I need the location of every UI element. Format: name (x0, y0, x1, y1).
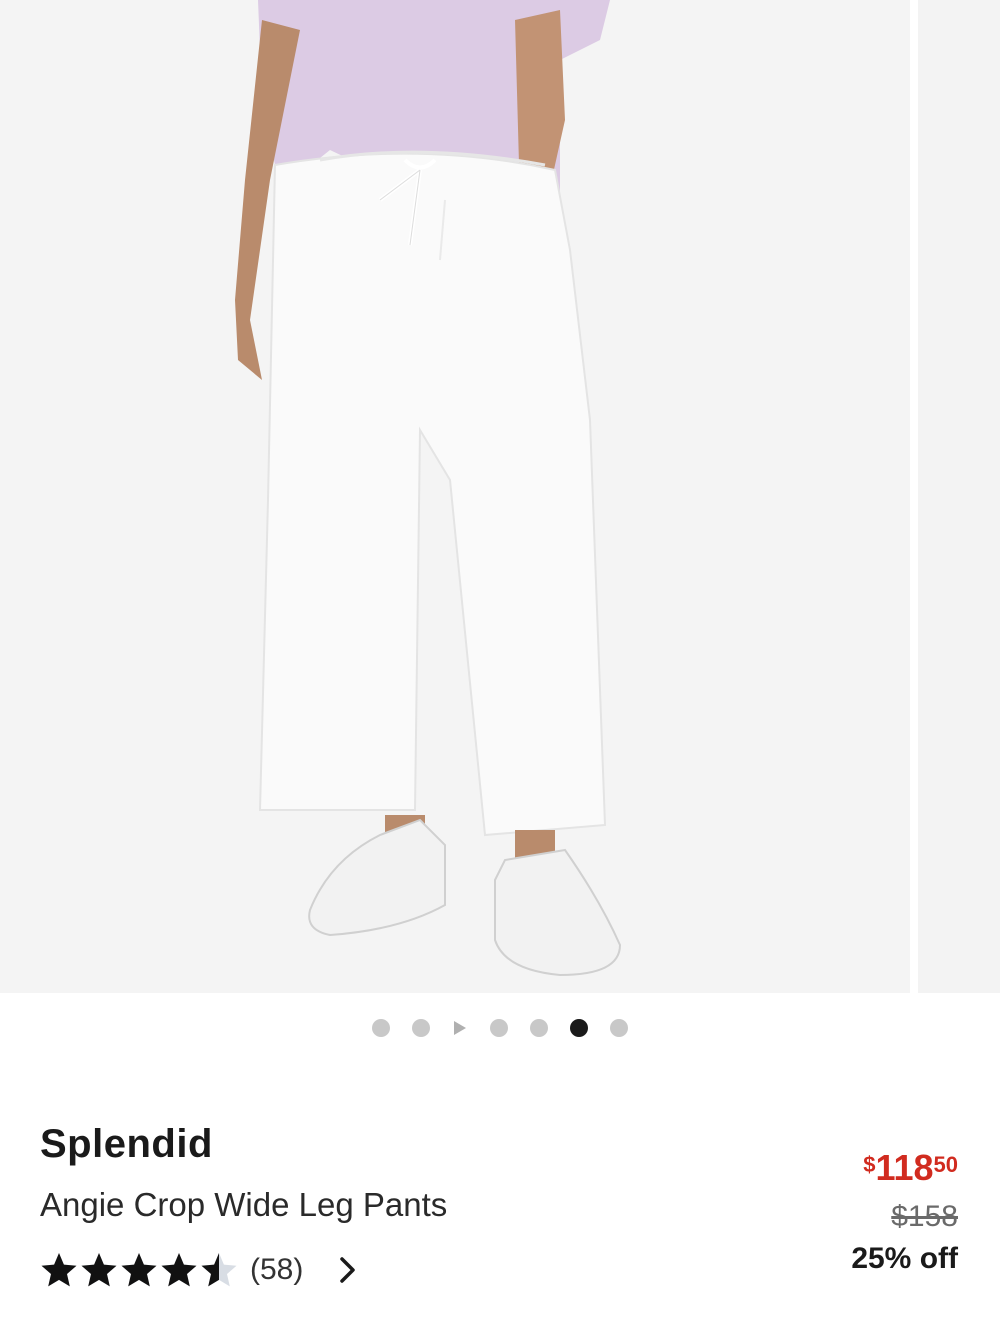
pagination-dot[interactable] (412, 1019, 430, 1037)
chevron-right-icon[interactable] (339, 1256, 357, 1284)
product-photo[interactable] (0, 0, 910, 993)
rating-row[interactable]: (58) (40, 1248, 357, 1292)
star-full-icon (80, 1251, 118, 1289)
sale-price: $11850 (863, 1147, 958, 1188)
product-image-gallery[interactable] (0, 0, 1000, 993)
star-full-icon (160, 1251, 198, 1289)
review-count[interactable]: (58) (250, 1253, 303, 1287)
pagination-dot[interactable] (610, 1019, 628, 1037)
gallery-pagination (0, 1018, 1000, 1038)
video-play-icon[interactable] (454, 1021, 466, 1035)
star-half-icon (200, 1251, 238, 1289)
price-block: $11850 $158 25% off (738, 1150, 958, 1276)
original-price: $158 (891, 1200, 958, 1233)
pagination-dot[interactable] (490, 1019, 508, 1037)
discount-label: 25% off (851, 1242, 958, 1275)
brand-name[interactable]: Splendid (40, 1122, 213, 1167)
star-rating (40, 1251, 238, 1289)
star-full-icon (120, 1251, 158, 1289)
pagination-dot[interactable] (372, 1019, 390, 1037)
pagination-dot-active[interactable] (570, 1019, 588, 1037)
next-photo-peek[interactable] (918, 0, 1000, 993)
product-title: Angie Crop Wide Leg Pants (40, 1186, 448, 1223)
pagination-dot[interactable] (530, 1019, 548, 1037)
star-full-icon (40, 1251, 78, 1289)
